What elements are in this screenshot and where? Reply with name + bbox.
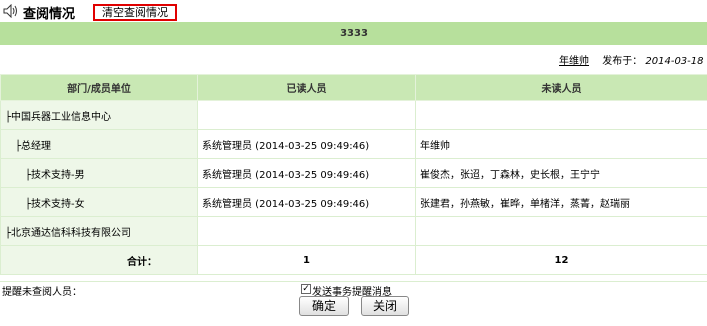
column-header-read: 已读人员 <box>197 74 416 101</box>
total-read: 1 <box>197 245 416 275</box>
remind-label: 提醒未查阅人员： <box>2 287 82 298</box>
unread-cell: 年维帅 <box>414 129 707 159</box>
unit-cell: ├中国兵器工业信息中心 <box>0 100 198 130</box>
clear-read-status-button[interactable]: 清空查阅情况 <box>93 4 177 21</box>
read-cell: 系统管理员 (2014-03-25 09:49:46) <box>197 129 416 159</box>
footer: 提醒未查阅人员： ✓ 发送事务提醒消息 确定 关闭 <box>0 281 707 326</box>
table-row: ├中国兵器工业信息中心 <box>0 100 707 130</box>
total-row: 合计： 1 12 <box>0 245 707 275</box>
total-label: 合计： <box>0 245 198 275</box>
column-header-unread: 未读人员 <box>414 74 707 101</box>
column-header-unit: 部门/成员单位 <box>0 74 198 101</box>
read-status-table: 3333 年维帅 发布于： 2014-03-18 部门/成员单位 已读人员 未读… <box>0 22 707 275</box>
header-bar: 查阅情况 清空查阅情况 <box>0 0 707 22</box>
read-cell <box>197 216 416 246</box>
unread-cell: 张建君，孙燕敏，崔晔，单楮洋，蒸菁，赵瑞丽 <box>414 187 707 217</box>
close-button[interactable]: 关闭 <box>361 296 409 316</box>
unread-cell <box>414 216 707 246</box>
speaker-icon <box>3 4 17 18</box>
publish-label: 发布于： <box>602 56 643 67</box>
table-row: ├总经理 系统管理员 (2014-03-25 09:49:46) 年维帅 <box>0 129 707 159</box>
unread-cell: 崔俊杰，张迢，丁森林，史长根，王宁宁 <box>414 158 707 188</box>
unit-cell: ├技术支持-男 <box>0 158 198 188</box>
read-cell <box>197 100 416 130</box>
page-title: 查阅情况 <box>23 7 76 22</box>
publish-date: 2014-03-18 <box>645 56 704 67</box>
column-header-row: 部门/成员单位 已读人员 未读人员 <box>0 74 707 101</box>
table-row: ├北京通达信科科技有限公司 <box>0 216 707 246</box>
unit-cell: ├北京通达信科科技有限公司 <box>0 216 198 246</box>
unit-cell: ├技术支持-女 <box>0 187 198 217</box>
table-row: ├技术支持-男 系统管理员 (2014-03-25 09:49:46) 崔俊杰，… <box>0 158 707 188</box>
document-title: 3333 <box>0 22 707 45</box>
check-icon: ✓ <box>302 284 310 294</box>
read-cell: 系统管理员 (2014-03-25 09:49:46) <box>197 187 416 217</box>
total-unread: 12 <box>414 245 707 275</box>
read-cell: 系统管理员 (2014-03-25 09:49:46) <box>197 158 416 188</box>
unit-cell: ├总经理 <box>0 129 198 159</box>
author-link[interactable]: 年维帅 <box>559 56 589 67</box>
unread-cell <box>414 100 707 130</box>
notify-checkbox[interactable]: ✓ <box>301 284 311 294</box>
document-meta-row: 年维帅 发布于： 2014-03-18 <box>0 44 707 75</box>
document-title-row: 3333 <box>0 22 707 45</box>
ok-button[interactable]: 确定 <box>299 296 349 316</box>
table-row: ├技术支持-女 系统管理员 (2014-03-25 09:49:46) 张建君，… <box>0 187 707 217</box>
